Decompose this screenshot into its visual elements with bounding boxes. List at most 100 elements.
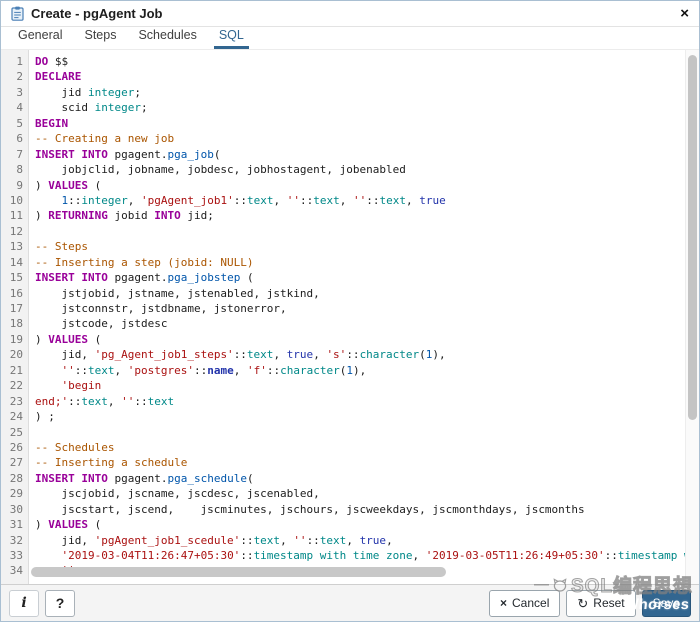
- line-number: 25: [1, 425, 30, 440]
- code-text: INSERT INTO pgagent.pga_job(: [30, 147, 220, 162]
- code-line: 1DO $$: [1, 54, 699, 69]
- code-text: jscjobid, jscname, jscdesc, jscenabled,: [30, 486, 320, 501]
- code-line: 11) RETURNING jobid INTO jid;: [1, 208, 699, 223]
- line-number: 31: [1, 517, 30, 532]
- info-button[interactable]: i: [9, 590, 39, 617]
- code-text: ) VALUES (: [30, 178, 101, 193]
- line-number: 22: [1, 378, 30, 393]
- line-number: 19: [1, 332, 30, 347]
- dialog-titlebar: Create - pgAgent Job ×: [1, 1, 699, 27]
- code-text: jid, 'pg_Agent_job1_steps'::text, true, …: [30, 347, 446, 362]
- tab-bar: General Steps Schedules SQL: [1, 27, 699, 50]
- code-text: [30, 224, 35, 239]
- code-text: -- Schedules: [30, 440, 114, 455]
- help-button[interactable]: ?: [45, 590, 75, 617]
- question-icon: ?: [56, 595, 65, 611]
- code-line: 19) VALUES (: [1, 332, 699, 347]
- code-text: INSERT INTO pgagent.pga_schedule(: [30, 471, 254, 486]
- reset-button[interactable]: ↻ Reset: [566, 590, 635, 617]
- dialog-title: Create - pgAgent Job: [31, 6, 162, 21]
- code-line: 3 jid integer;: [1, 85, 699, 100]
- code-text: jid integer;: [30, 85, 141, 100]
- line-number: 5: [1, 116, 30, 131]
- code-line: 31) VALUES (: [1, 517, 699, 532]
- code-line: 30 jscstart, jscend, jscminutes, jschour…: [1, 502, 699, 517]
- line-number: 14: [1, 255, 30, 270]
- line-number: 2: [1, 69, 30, 84]
- code-text: ) ;: [30, 409, 55, 424]
- code-text: jstconnstr, jstdbname, jstonerror,: [30, 301, 287, 316]
- vertical-scrollbar[interactable]: [688, 55, 697, 420]
- code-line: 22 'begin: [1, 378, 699, 393]
- code-line: 13-- Steps: [1, 239, 699, 254]
- horizontal-scrollbar[interactable]: [31, 567, 446, 577]
- code-text: ''::text, 'postgres'::name, 'f'::charact…: [30, 363, 366, 378]
- line-number: 3: [1, 85, 30, 100]
- code-line: 15INSERT INTO pgagent.pga_jobstep (: [1, 270, 699, 285]
- code-line: 21 ''::text, 'postgres'::name, 'f'::char…: [1, 363, 699, 378]
- code-text: '2019-03-04T11:26:47+05:30'::timestamp w…: [30, 548, 699, 563]
- code-line: 28INSERT INTO pgagent.pga_schedule(: [1, 471, 699, 486]
- code-line: 16 jstjobid, jstname, jstenabled, jstkin…: [1, 286, 699, 301]
- tab-general[interactable]: General: [13, 26, 67, 49]
- code-text: ) VALUES (: [30, 332, 101, 347]
- line-number: 21: [1, 363, 30, 378]
- code-line: 32 jid, 'pgAgent_job1_scedule'::text, ''…: [1, 533, 699, 548]
- line-number: 20: [1, 347, 30, 362]
- code-text: DO $$: [30, 54, 68, 69]
- code-text: ) VALUES (: [30, 517, 101, 532]
- reset-arrow-icon: ↻: [577, 597, 588, 610]
- line-number: 15: [1, 270, 30, 285]
- close-icon[interactable]: ×: [680, 4, 689, 24]
- line-number: 4: [1, 100, 30, 115]
- line-number: 30: [1, 502, 30, 517]
- code-text: end;'::text, ''::text: [30, 394, 174, 409]
- code-text: 'begin: [30, 378, 101, 393]
- line-number: 6: [1, 131, 30, 146]
- code-text: INSERT INTO pgagent.pga_jobstep (: [30, 270, 254, 285]
- line-number: 23: [1, 394, 30, 409]
- clipboard-icon: [11, 6, 24, 21]
- sql-code-lines: 1DO $$2DECLARE3 jid integer;4 scid integ…: [1, 50, 699, 579]
- code-line: 8 jobjclid, jobname, jobdesc, jobhostage…: [1, 162, 699, 177]
- code-line: 10 1::integer, 'pgAgent_job1'::text, '':…: [1, 193, 699, 208]
- code-line: 29 jscjobid, jscname, jscdesc, jscenable…: [1, 486, 699, 501]
- sql-editor[interactable]: 1DO $$2DECLARE3 jid integer;4 scid integ…: [1, 50, 699, 584]
- code-line: 2DECLARE: [1, 69, 699, 84]
- save-button[interactable]: Save: [642, 590, 691, 617]
- code-line: 27-- Inserting a schedule: [1, 455, 699, 470]
- cancel-label: Cancel: [512, 596, 549, 610]
- tab-steps[interactable]: Steps: [79, 26, 121, 49]
- line-number: 28: [1, 471, 30, 486]
- code-text: [30, 425, 35, 440]
- line-number: 12: [1, 224, 30, 239]
- code-line: 5BEGIN: [1, 116, 699, 131]
- code-text: 1::integer, 'pgAgent_job1'::text, ''::te…: [30, 193, 446, 208]
- line-number: 33: [1, 548, 30, 563]
- create-pgagent-job-dialog: Create - pgAgent Job × General Steps Sch…: [0, 0, 700, 622]
- code-text: ) RETURNING jobid INTO jid;: [30, 208, 214, 223]
- code-line: 4 scid integer;: [1, 100, 699, 115]
- code-text: jobjclid, jobname, jobdesc, jobhostagent…: [30, 162, 406, 177]
- line-number: 26: [1, 440, 30, 455]
- code-line: 14-- Inserting a step (jobid: NULL): [1, 255, 699, 270]
- code-line: 6-- Creating a new job: [1, 131, 699, 146]
- line-number: 34: [1, 563, 30, 578]
- line-number: 16: [1, 286, 30, 301]
- code-text: BEGIN: [30, 116, 68, 131]
- line-number: 29: [1, 486, 30, 501]
- code-text: -- Inserting a step (jobid: NULL): [30, 255, 254, 270]
- line-number: 17: [1, 301, 30, 316]
- tab-sql[interactable]: SQL: [214, 26, 249, 49]
- tab-schedules[interactable]: Schedules: [133, 26, 201, 49]
- code-line: 9) VALUES (: [1, 178, 699, 193]
- line-number: 24: [1, 409, 30, 424]
- cancel-button[interactable]: × Cancel: [489, 590, 560, 617]
- line-number: 27: [1, 455, 30, 470]
- code-text: -- Steps: [30, 239, 88, 254]
- line-number: 11: [1, 208, 30, 223]
- reset-label: Reset: [593, 596, 624, 610]
- code-text: DECLARE: [30, 69, 81, 84]
- code-line: 7INSERT INTO pgagent.pga_job(: [1, 147, 699, 162]
- code-text: jscstart, jscend, jscminutes, jschours, …: [30, 502, 585, 517]
